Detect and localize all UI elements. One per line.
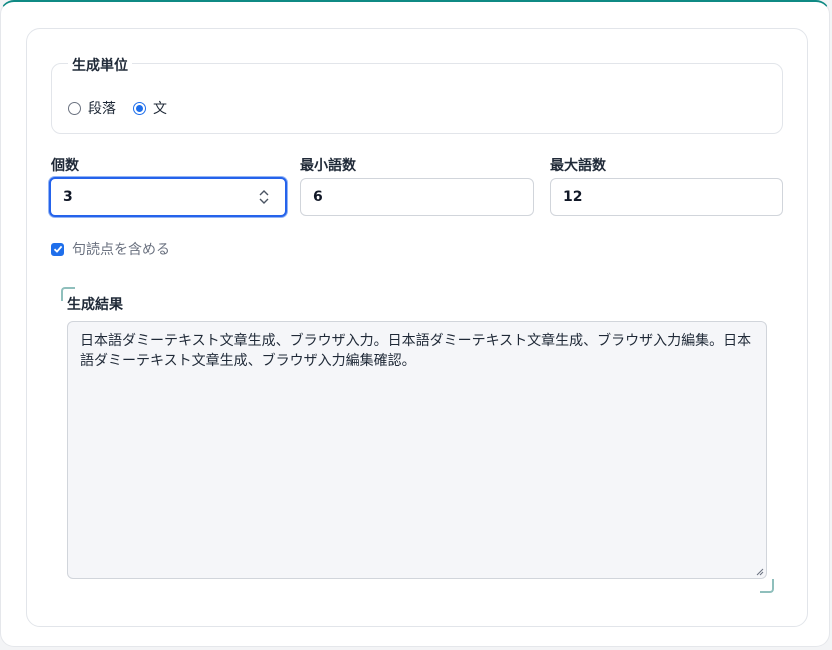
radio-paragraph-label[interactable]: 段落 — [88, 98, 116, 118]
count-input[interactable]: 3 — [49, 177, 287, 217]
unit-fieldset: 生成単位 段落 文 — [51, 55, 783, 134]
punctuation-option: 句読点を含める — [51, 239, 170, 259]
resize-grip-icon[interactable] — [756, 568, 764, 576]
radio-paragraph[interactable] — [68, 101, 81, 115]
unit-radio-group: 段落 文 — [68, 98, 167, 118]
result-text: 日本語ダミーテキスト文章生成、ブラウザ入力。日本語ダミーテキスト文章生成、ブラウ… — [80, 333, 752, 369]
punctuation-label[interactable]: 句読点を含める — [72, 239, 170, 259]
max-words-value: 12 — [563, 189, 583, 205]
generator-panel: 生成単位 段落 文 個数 3 最小語数 6 最大語数 12 句読点を含める 生成… — [26, 28, 808, 627]
radio-sentence[interactable] — [133, 101, 146, 115]
min-words-label: 最小語数 — [300, 158, 356, 174]
min-words-input[interactable]: 6 — [300, 178, 534, 216]
app-card: 生成単位 段落 文 個数 3 最小語数 6 最大語数 12 句読点を含める 生成… — [0, 0, 830, 647]
result-textarea[interactable]: 日本語ダミーテキスト文章生成、ブラウザ入力。日本語ダミーテキスト文章生成、ブラウ… — [67, 321, 767, 579]
count-label: 個数 — [51, 158, 79, 174]
punctuation-checkbox[interactable] — [51, 242, 64, 256]
max-words-input[interactable]: 12 — [550, 178, 783, 216]
focus-corner-bottom-right — [760, 579, 774, 593]
unit-legend: 生成単位 — [68, 55, 132, 75]
result-label: 生成結果 — [67, 297, 123, 313]
count-value: 3 — [63, 189, 73, 205]
checkmark-icon — [53, 245, 62, 253]
max-words-label: 最大語数 — [550, 158, 606, 174]
stepper-arrows-icon[interactable] — [259, 189, 269, 205]
min-words-value: 6 — [313, 189, 323, 205]
radio-sentence-label[interactable]: 文 — [153, 98, 167, 118]
